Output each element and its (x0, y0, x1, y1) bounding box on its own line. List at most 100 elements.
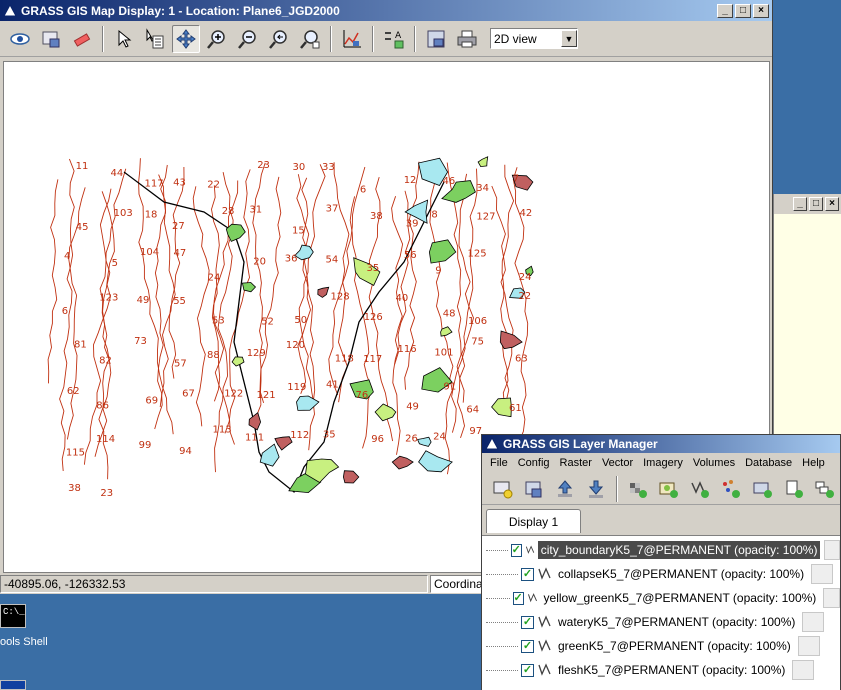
new-display-button[interactable] (488, 475, 517, 503)
zoom-back-button[interactable] (265, 25, 293, 53)
decoration-button[interactable]: A (380, 25, 408, 53)
maximize-button[interactable]: □ (735, 3, 751, 18)
layer-manager-titlebar[interactable]: GRASS GIS Layer Manager (482, 435, 840, 453)
workspace-open-button[interactable] (551, 475, 580, 503)
opacity-control[interactable] (797, 636, 820, 656)
contour-label: 53 (212, 315, 225, 326)
erase-display-button[interactable] (68, 25, 96, 53)
maximize-button[interactable]: □ (809, 197, 823, 211)
layer-checkbox[interactable]: ✓ (521, 615, 534, 629)
opacity-control[interactable] (802, 612, 825, 632)
contour-label: 6 (62, 306, 68, 317)
opacity-control[interactable] (824, 540, 840, 560)
menu-help[interactable]: Help (797, 457, 830, 469)
layer-checkbox[interactable]: ✓ (512, 591, 524, 605)
add-vector-button[interactable] (686, 475, 715, 503)
add-misc-vector-button[interactable] (717, 475, 746, 503)
contour-label: 35 (367, 263, 380, 274)
contour-label: 43 (173, 178, 186, 189)
contour-label: 27 (172, 221, 185, 232)
desktop-icon[interactable] (0, 680, 26, 690)
menu-file[interactable]: File (485, 457, 513, 469)
add-raster-button[interactable] (623, 475, 652, 503)
pointer-icon (118, 29, 132, 48)
close-button[interactable]: × (825, 197, 839, 211)
tree-connector (486, 597, 510, 599)
menu-config[interactable]: Config (513, 457, 555, 469)
add-command-button[interactable] (779, 475, 808, 503)
layer-checkbox[interactable]: ✓ (521, 639, 534, 653)
contour-label: 45 (76, 222, 89, 233)
contour-label: 24 (433, 432, 446, 443)
zoom-menu-button[interactable] (296, 25, 324, 53)
print-button[interactable] (453, 25, 481, 53)
contour-label: 38 (370, 211, 383, 222)
tab-display-1[interactable]: Display 1 (486, 509, 581, 533)
save-icon (427, 30, 445, 47)
contour-label: 103 (114, 208, 133, 219)
contour-label: 11 (76, 161, 89, 172)
layer-row[interactable]: ✓ wateryK5_7@PERMANENT (opacity: 100%) (482, 610, 840, 634)
opacity-control[interactable] (823, 588, 840, 608)
zoom-in-button[interactable] (203, 25, 231, 53)
layer-row[interactable]: ✓ fleshK5_7@PERMANENT (opacity: 100%) (482, 658, 840, 682)
workspace-new-button[interactable] (519, 475, 548, 503)
analyze-button[interactable] (338, 25, 366, 53)
layer-checkbox[interactable]: ✓ (521, 663, 534, 677)
contour-label: 7 (513, 173, 519, 184)
contour-labels: 1144117 43 2223 30 33612 4634745103 182728 3115… (62, 160, 532, 499)
view-mode-select[interactable]: 2D view ▼ (490, 28, 578, 49)
contour-label: 34 (476, 183, 489, 194)
layer-row[interactable]: ✓ greenK5_7@PERMANENT (opacity: 100%) (482, 634, 840, 658)
zoom-out-button[interactable] (234, 25, 262, 53)
map-polygon (296, 395, 320, 411)
opacity-control[interactable] (811, 564, 834, 584)
background-window-titlebar[interactable]: _ □ × (774, 194, 841, 214)
render-map-button[interactable] (37, 25, 65, 53)
workspace-save-button[interactable] (582, 475, 611, 503)
menu-raster[interactable]: Raster (555, 457, 597, 469)
layer-checkbox[interactable]: ✓ (510, 543, 522, 557)
add-overlay-button[interactable] (748, 475, 777, 503)
new-display-icon (493, 481, 513, 498)
close-button[interactable]: × (753, 3, 769, 18)
minimize-button[interactable]: _ (793, 197, 807, 211)
shell-icon-label[interactable]: ools Shell (0, 636, 48, 648)
contour-label: 106 (468, 316, 487, 327)
contour-line (391, 196, 404, 365)
minimize-button[interactable]: _ (717, 3, 733, 18)
layer-label: yellow_greenK5_7@PERMANENT (opacity: 100… (543, 591, 817, 605)
layer-row[interactable]: ✓ yellow_greenK5_7@PERMANENT (opacity: 1… (482, 586, 840, 610)
save-display-button[interactable] (422, 25, 450, 53)
display-map-button[interactable] (6, 25, 34, 53)
add-command-icon (786, 480, 804, 498)
query-button[interactable] (141, 25, 169, 53)
contour-label: 67 (182, 388, 195, 399)
add-image-button[interactable] (654, 475, 683, 503)
shell-desktop-icon[interactable]: C:\_ (0, 604, 26, 628)
map-polygon (374, 403, 397, 422)
menu-imagery[interactable]: Imagery (638, 457, 688, 469)
map-polygon (248, 412, 262, 431)
add-raster-icon (629, 482, 647, 498)
menu-volumes[interactable]: Volumes (688, 457, 740, 469)
menu-vector[interactable]: Vector (597, 457, 638, 469)
layer-row[interactable]: ✓ city_boundaryK5_7@PERMANENT (opacity: … (482, 538, 840, 562)
zoom-in-icon (207, 29, 225, 49)
add-group-button[interactable] (811, 475, 840, 503)
layer-checkbox[interactable]: ✓ (521, 567, 534, 581)
toolbar-separator (372, 25, 374, 52)
pointer-button[interactable] (110, 25, 138, 53)
contour-label: 46 (443, 176, 456, 187)
menu-database[interactable]: Database (740, 457, 797, 469)
chevron-down-icon[interactable]: ▼ (561, 30, 577, 47)
background-window[interactable]: _ □ × (773, 194, 841, 434)
map-display-titlebar[interactable]: GRASS GIS Map Display: 1 - Location: Pla… (0, 0, 772, 21)
opacity-control[interactable] (792, 660, 815, 680)
pan-button[interactable] (172, 24, 200, 53)
layer-row[interactable]: ✓ collapseK5_7@PERMANENT (opacity: 100%) (482, 562, 840, 586)
contour-label: 8 (431, 210, 437, 221)
contour-label: 120 (286, 340, 305, 351)
contour-label: 5 (112, 258, 118, 269)
contour-label: 115 (66, 447, 85, 458)
